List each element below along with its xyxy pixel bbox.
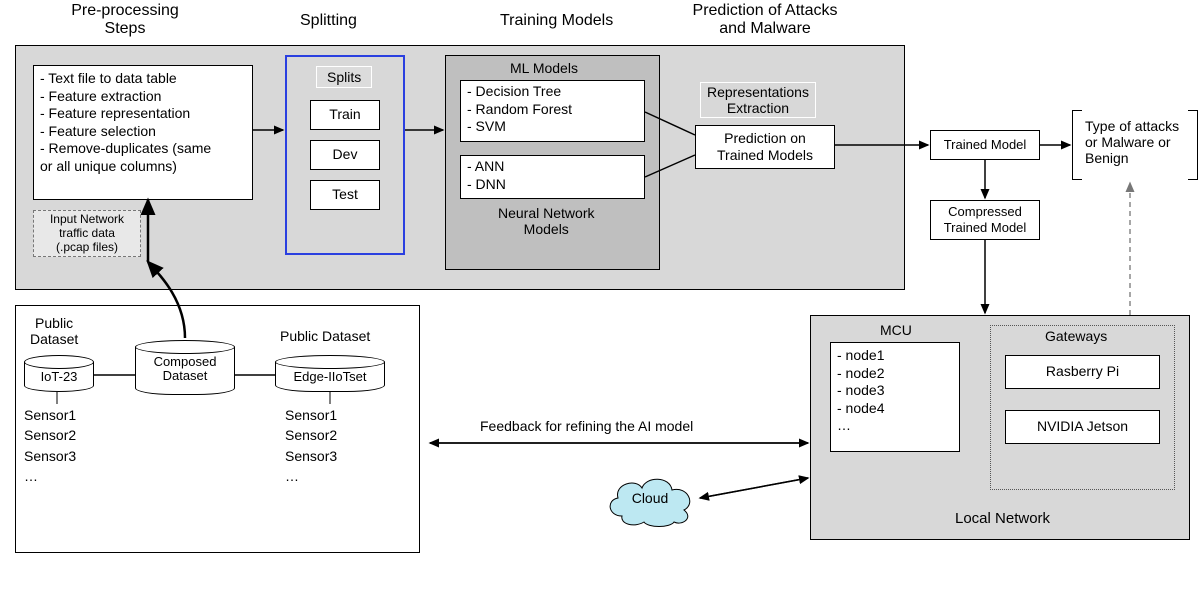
split-train: Train [310,100,380,130]
jetson-box: NVIDIA Jetson [1005,410,1160,444]
stage-prediction: Prediction of Attacks and Malware [680,2,850,39]
cloud-shape: Cloud [600,470,700,528]
cloud-label: Cloud [600,490,700,506]
iot23-cyl: IoT-23 [24,355,94,392]
output-bracket-right [1188,110,1198,180]
mcu-title: MCU [880,322,912,338]
public-dataset-right-label: Public Dataset [280,328,370,344]
output-bracket-left [1072,110,1082,180]
mcu-list: - node1 - node2 - node3 - node4 … [830,342,960,452]
gateways-panel [990,325,1175,490]
stage-training: Training Models [500,12,613,30]
feedback-label: Feedback for refining the AI model [480,418,693,434]
output-text: Type of attacks or Malware or Benign [1085,118,1179,166]
composed-cyl: Composed Dataset [135,340,235,395]
split-test: Test [310,180,380,210]
preprocessing-box: - Text file to data table - Feature extr… [33,65,253,200]
trained-model-box: Trained Model [930,130,1040,160]
nn-models-title: Neural Network Models [498,205,594,237]
ml-models-list: - Decision Tree - Random Forest - SVM [460,80,645,142]
sensors-left: Sensor1 Sensor2 Sensor3 … [24,405,76,486]
diagram-canvas: Pre-processing Steps Splitting Training … [0,0,1200,589]
compressed-model-box: Compressed Trained Model [930,200,1040,240]
nn-models-list: - ANN - DNN [460,155,645,199]
composed-label: Composed Dataset [135,347,235,395]
rep-extraction-title: Representations Extraction [700,82,816,118]
ml-models-title: ML Models [510,60,578,76]
splits-title: Splits [316,66,372,88]
sensors-right: Sensor1 Sensor2 Sensor3 … [285,405,337,486]
prediction-box: Prediction on Trained Models [695,125,835,169]
gateways-title: Gateways [1045,328,1107,344]
split-dev: Dev [310,140,380,170]
stage-preprocessing: Pre-processing Steps [60,2,190,39]
stage-splitting: Splitting [300,12,357,30]
input-note: Input Network traffic data (.pcap files) [33,210,141,257]
local-network-title: Local Network [955,510,1050,527]
edge-cyl: Edge-IIoTset [275,355,385,392]
public-dataset-left-label: Public Dataset [30,315,78,347]
raspberry-pi-box: Rasberry Pi [1005,355,1160,389]
